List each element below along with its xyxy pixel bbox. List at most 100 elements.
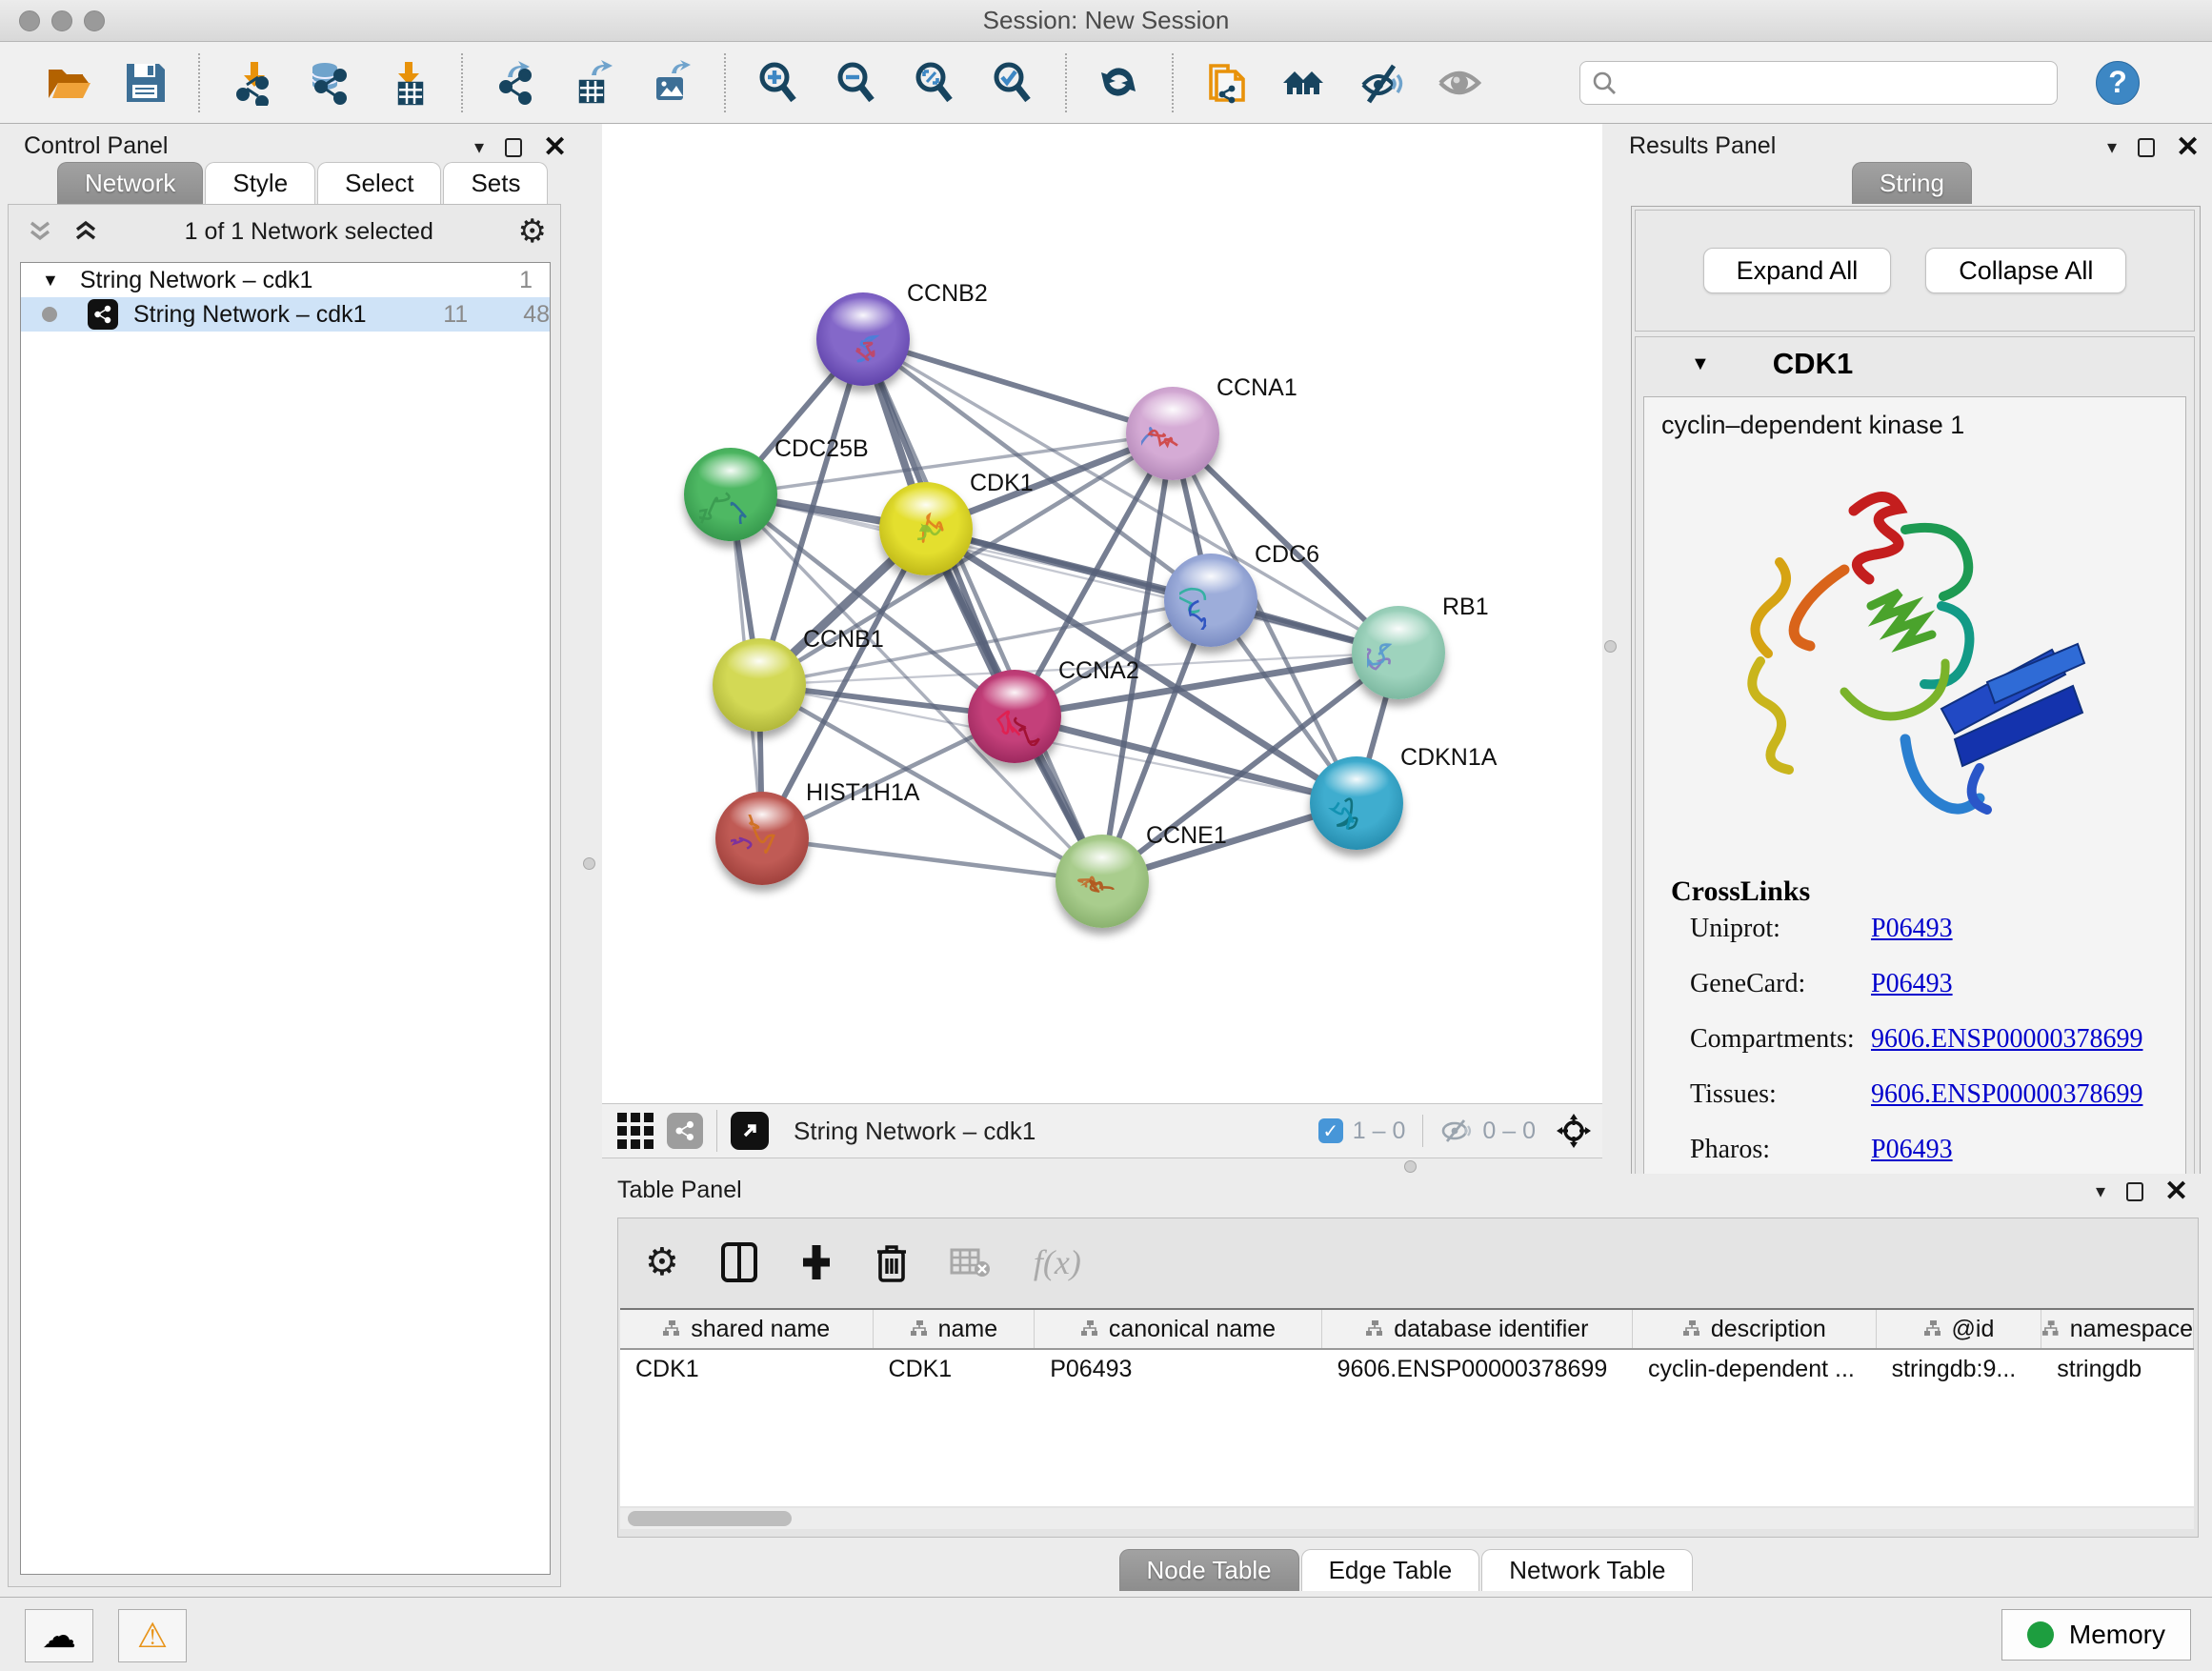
tab-node-table[interactable]: Node Table <box>1119 1549 1299 1591</box>
network-node-ccna2[interactable] <box>968 670 1061 763</box>
network-collection-row[interactable]: ▼ String Network – cdk1 1 <box>21 263 550 297</box>
tab-style[interactable]: Style <box>205 162 315 204</box>
copy-documents-button[interactable] <box>1196 53 1256 112</box>
network-node-ccna1[interactable] <box>1126 387 1219 480</box>
network-node-ccnb1[interactable] <box>713 638 806 732</box>
vertical-splitter-handle-right[interactable] <box>1604 640 1617 653</box>
selected-nodes-checkbox-icon[interactable]: ✓ <box>1318 1118 1343 1143</box>
network-node-cdc25b[interactable] <box>684 448 777 541</box>
export-network-button[interactable] <box>486 53 545 112</box>
control-panel-menu-icon[interactable]: ▾ <box>474 135 484 159</box>
fit-content-crosshair-icon[interactable] <box>1555 1112 1593 1150</box>
cell-database-identifier[interactable]: 9606.ENSP00000378699 <box>1322 1350 1633 1390</box>
table-row[interactable]: CDK1CDK1P064939606.ENSP00000378699cyclin… <box>620 1350 2194 1390</box>
window-controls[interactable] <box>19 10 105 31</box>
import-network-file-button[interactable] <box>223 53 282 112</box>
table-panel-menu-icon[interactable]: ▾ <box>2096 1179 2105 1203</box>
home-networks-button[interactable] <box>1275 53 1334 112</box>
column-header-shared-name[interactable]: shared name <box>620 1310 874 1348</box>
column-header-description[interactable]: description <box>1633 1310 1877 1348</box>
export-table-button[interactable] <box>564 53 623 112</box>
tab-network-table[interactable]: Network Table <box>1481 1549 1693 1591</box>
grid-view-icon[interactable] <box>617 1113 654 1149</box>
zoom-fit-button[interactable] <box>905 53 964 112</box>
save-session-button[interactable] <box>116 53 175 112</box>
tab-select[interactable]: Select <box>317 162 441 204</box>
tab-network[interactable]: Network <box>57 162 203 204</box>
network-node-hist1h1a[interactable] <box>715 792 809 885</box>
cell-description[interactable]: cyclin-dependent ... <box>1633 1350 1877 1390</box>
network-node-cdkn1a[interactable] <box>1310 756 1403 850</box>
zoom-out-button[interactable] <box>827 53 886 112</box>
results-panel-float-icon[interactable] <box>2138 138 2155 157</box>
cell--id[interactable]: stringdb:9... <box>1877 1350 2042 1390</box>
cell-namespace[interactable]: stringdb <box>2041 1350 2194 1390</box>
collapse-all-button[interactable]: Collapse All <box>1925 248 2126 293</box>
vertical-splitter-handle-left[interactable] <box>583 857 595 870</box>
tab-edge-table[interactable]: Edge Table <box>1301 1549 1480 1591</box>
control-panel-title: Control Panel <box>24 130 168 162</box>
hide-graphics-eye-slash-button[interactable] <box>1353 53 1412 112</box>
table-panel-float-icon[interactable] <box>2126 1182 2143 1201</box>
show-graphics-eye-button[interactable] <box>1431 53 1490 112</box>
collection-expand-triangle-icon[interactable]: ▼ <box>42 271 59 291</box>
delete-column-trash-icon[interactable] <box>875 1242 908 1282</box>
expand-all-chevron-icon[interactable] <box>71 217 100 246</box>
warnings-button[interactable]: ⚠ <box>118 1609 187 1662</box>
column-header--id[interactable]: @id <box>1877 1310 2042 1348</box>
help-button[interactable]: ? <box>2096 61 2140 105</box>
network-node-ccnb2[interactable] <box>816 292 910 386</box>
maximize-window-button[interactable] <box>84 10 105 31</box>
refresh-button[interactable] <box>1090 53 1149 112</box>
create-column-plus-icon[interactable] <box>799 1243 834 1281</box>
crosslink-link[interactable]: 9606.ENSP00000378699 <box>1871 1079 2142 1110</box>
cell-shared-name[interactable]: CDK1 <box>620 1350 874 1390</box>
collapse-all-chevron-icon[interactable] <box>26 217 54 246</box>
zoom-in-button[interactable] <box>749 53 808 112</box>
network-type-icon[interactable] <box>667 1113 703 1149</box>
network-node-ccne1[interactable] <box>1056 835 1149 928</box>
expand-all-button[interactable]: Expand All <box>1703 248 1892 293</box>
table-panel-close-icon[interactable]: ✕ <box>2164 1182 2188 1201</box>
column-header-database-identifier[interactable]: database identifier <box>1322 1310 1633 1348</box>
tab-string[interactable]: String <box>1852 162 1972 204</box>
protein-collapse-triangle-icon[interactable]: ▼ <box>1691 353 1710 375</box>
table-settings-gear-icon[interactable]: ⚙ <box>645 1240 679 1284</box>
table-horizontal-scrollbar[interactable] <box>620 1508 2194 1529</box>
cloud-status-button[interactable]: ☁ <box>25 1609 93 1662</box>
memory-button[interactable]: Memory <box>2001 1609 2191 1661</box>
open-session-button[interactable] <box>38 53 97 112</box>
export-image-button[interactable] <box>642 53 701 112</box>
tab-sets[interactable]: Sets <box>443 162 548 204</box>
import-table-button[interactable] <box>379 53 438 112</box>
network-row-selected[interactable]: String Network – cdk1 11 48 <box>21 297 550 332</box>
network-options-gear-icon[interactable]: ⚙ <box>518 212 547 251</box>
control-panel-float-icon[interactable] <box>505 138 522 157</box>
crosslink-link[interactable]: P06493 <box>1871 1135 1953 1165</box>
zoom-selected-button[interactable] <box>983 53 1042 112</box>
network-node-cdk1[interactable] <box>879 482 973 575</box>
search-input[interactable] <box>1617 70 2017 96</box>
cell-name[interactable]: CDK1 <box>874 1350 1036 1390</box>
search-box[interactable] <box>1579 61 2058 105</box>
cell-canonical-name[interactable]: P06493 <box>1035 1350 1321 1390</box>
results-panel-close-icon[interactable]: ✕ <box>2176 138 2200 157</box>
column-header-namespace[interactable]: namespace <box>2041 1310 2194 1348</box>
birds-eye-view-icon[interactable] <box>731 1112 769 1150</box>
crosslink-link[interactable]: 9606.ENSP00000378699 <box>1871 1024 2142 1055</box>
network-node-cdc6[interactable] <box>1164 554 1257 647</box>
network-view-canvas[interactable]: CCNB2CCNA1CDC25BCDK1CDC6RB1CCNB1CCNA2CDK… <box>602 124 1602 1103</box>
scrollbar-thumb[interactable] <box>628 1511 792 1526</box>
column-header-canonical-name[interactable]: canonical name <box>1035 1310 1321 1348</box>
control-panel-close-icon[interactable]: ✕ <box>543 138 567 157</box>
column-header-name[interactable]: name <box>874 1310 1036 1348</box>
show-columns-icon[interactable] <box>721 1242 757 1282</box>
close-window-button[interactable] <box>19 10 40 31</box>
network-node-rb1[interactable] <box>1352 606 1445 699</box>
import-network-database-button[interactable] <box>301 53 360 112</box>
horizontal-splitter-handle[interactable] <box>1404 1160 1417 1173</box>
minimize-window-button[interactable] <box>51 10 72 31</box>
results-panel-menu-icon[interactable]: ▾ <box>2107 135 2117 159</box>
crosslink-link[interactable]: P06493 <box>1871 969 1953 999</box>
crosslink-link[interactable]: P06493 <box>1871 914 1953 944</box>
